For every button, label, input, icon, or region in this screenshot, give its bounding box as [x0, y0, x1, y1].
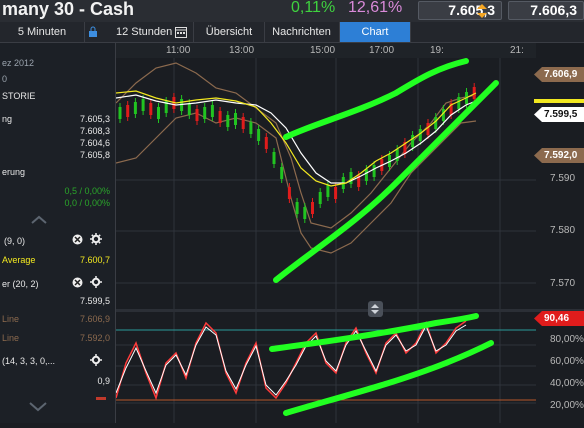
indicator-value: 7.606,9 — [79, 314, 110, 324]
sidebar-panel: ez 2012 0 STORIE ng 7.605,3 7.608,3 7.604… — [0, 43, 116, 423]
indicator-swatch — [96, 397, 106, 400]
tab-chart[interactable]: Chart — [340, 22, 411, 42]
zero-label: 0 — [2, 74, 8, 84]
price-axis-label: 7.570 — [550, 278, 576, 289]
upper-band-tag: 7.606,9 — [534, 67, 584, 82]
change-percent-secondary: 12,61% — [348, 0, 403, 16]
close-icon[interactable] — [72, 234, 83, 245]
osc-axis-label: 60,00% — [550, 356, 584, 367]
indicator-value: 7.600,7 — [79, 255, 110, 265]
chevron-down-icon[interactable] — [28, 401, 48, 413]
osc-axis-label: 40,00% — [550, 378, 584, 389]
oscillator-tag: 90,46 — [534, 311, 584, 326]
calendar-icon[interactable] — [175, 26, 187, 38]
indicator-value: 7.599,5 — [79, 296, 110, 306]
gear-icon[interactable] — [90, 233, 102, 245]
perf-value: 0,0 / 0,00% — [64, 198, 110, 208]
price-axis-label: 7.590 — [550, 173, 576, 184]
indicator-name: (9, 0) — [4, 236, 26, 246]
close-icon[interactable] — [72, 277, 83, 288]
gear-icon[interactable] — [90, 276, 102, 288]
tab-bar: 5 Minuten 12 Stunden Übersicht Nachricht… — [0, 22, 584, 43]
erung-label: erung — [2, 167, 26, 177]
indicator-name: Line — [2, 314, 20, 324]
time-label: 17:00 — [369, 45, 395, 56]
indicator-name: Line — [2, 333, 20, 343]
price-chart[interactable] — [115, 43, 584, 423]
change-percent: 0,11% — [291, 0, 336, 16]
date-label: ez 2012 — [2, 58, 35, 68]
lock-icon[interactable] — [88, 26, 98, 38]
lower-band-tag: 7.592,0 — [534, 148, 584, 163]
time-label: 21: — [510, 45, 524, 56]
price-axis-label: 7.580 — [550, 225, 576, 236]
indicator-name: Average — [2, 255, 36, 265]
tab-nachrichten[interactable]: Nachrichten — [264, 22, 340, 42]
ask-price[interactable]: 7.606,3 — [508, 1, 584, 20]
indicator-value: 7.592,0 — [79, 333, 110, 343]
indicator-name: (14, 3, 3, 0,... — [2, 356, 56, 366]
quote-value: 7.604,6 — [79, 138, 110, 148]
quote-label: ng — [2, 114, 13, 124]
time-label: 11:00 — [166, 45, 191, 56]
history-label: STORIE — [2, 91, 36, 101]
indicator-value: 0,9 — [97, 376, 110, 386]
yellow-ma-marker — [534, 99, 584, 103]
tab-5-minuten[interactable]: 5 Minuten — [0, 22, 85, 42]
time-label: 19: — [430, 45, 444, 56]
time-label: 15:00 — [310, 45, 336, 56]
instrument-title: many 30 - Cash — [2, 0, 135, 19]
perf-value: 0,5 / 0,00% — [64, 186, 110, 196]
tab-uebersicht[interactable]: Übersicht — [194, 22, 265, 42]
gear-icon[interactable] — [90, 354, 102, 366]
time-label: 13:00 — [229, 45, 255, 56]
chart-area[interactable]: 11:00 13:00 15:00 17:00 19: 21: 7.590 7.… — [115, 43, 584, 423]
chevron-up-icon[interactable] — [30, 215, 48, 225]
current-price-tag: 7.599,5 — [534, 107, 584, 122]
osc-axis-label: 20,00% — [550, 400, 584, 411]
quote-value: 7.608,3 — [79, 126, 110, 136]
indicator-name: er (20, 2) — [2, 279, 39, 289]
title-bar: many 30 - Cash 0,11% 12,61% 7.605,3 7.60… — [0, 0, 584, 23]
quote-value: 7.605,3 — [79, 114, 110, 124]
quote-value: 7.605,8 — [79, 150, 110, 160]
swap-arrows-icon[interactable] — [474, 3, 490, 19]
osc-axis-label: 80,00% — [550, 334, 584, 345]
